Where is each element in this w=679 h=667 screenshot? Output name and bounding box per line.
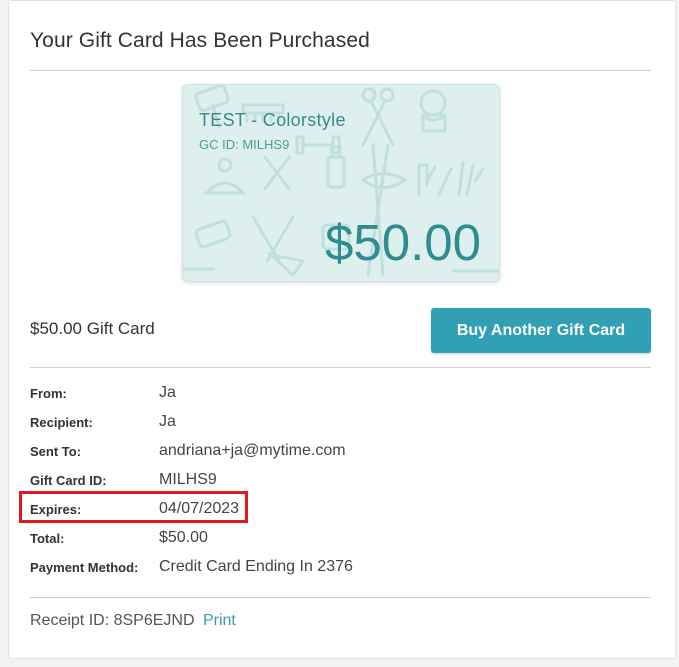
detail-value: Credit Card Ending In 2376 <box>159 558 353 575</box>
gift-card-amount: $50.00 <box>325 214 481 271</box>
detail-label: Payment Method: <box>30 560 139 575</box>
detail-label: Gift Card ID: <box>30 473 107 488</box>
scissors-icon <box>361 87 395 147</box>
detail-row-from: From: Ja <box>30 384 430 404</box>
detail-value: Ja <box>159 413 176 430</box>
dog-icon <box>419 89 447 133</box>
detail-row-recipient: Recipient: Ja <box>30 413 430 433</box>
detail-row-total: Total: $50.00 <box>30 529 430 549</box>
receipt-id: Receipt ID: 8SP6EJND <box>30 612 195 629</box>
buy-another-gift-card-button[interactable]: Buy Another Gift Card <box>431 308 651 353</box>
gift-card-id: GC ID: MILHS9 <box>199 137 290 152</box>
detail-label: Recipient: <box>30 415 93 430</box>
summary-divider <box>30 367 651 368</box>
detail-value: MILHS9 <box>159 471 217 488</box>
receipt-divider <box>30 597 651 598</box>
dumbbell-icon <box>295 135 341 155</box>
detail-label: Total: <box>30 531 65 546</box>
detail-row-gift-card-id: Gift Card ID: MILHS9 <box>30 471 430 491</box>
meditation-icon <box>203 157 247 195</box>
gift-card-image: TEST - Colorstyle GC ID: MILHS9 $50.00 <box>182 84 500 282</box>
detail-value: $50.00 <box>159 529 208 546</box>
detail-row-payment-method: Payment Method: Credit Card Ending In 23… <box>30 558 430 578</box>
detail-value: Ja <box>159 384 176 401</box>
print-link[interactable]: Print <box>203 612 236 629</box>
page-title: Your Gift Card Has Been Purchased <box>30 29 370 52</box>
detail-value: andriana+ja@mytime.com <box>159 442 346 459</box>
tools-icon <box>263 155 291 191</box>
expires-highlight-box <box>19 491 248 523</box>
gift-card-summary: $50.00 Gift Card <box>30 319 155 338</box>
receipt-line: Receipt ID: 8SP6EJND Print <box>30 612 236 630</box>
purchase-confirmation-panel: Your Gift Card Has Been Purchased TEST -… <box>8 0 676 659</box>
broom-icon <box>251 215 306 278</box>
title-divider <box>30 70 651 71</box>
detail-label: Sent To: <box>30 444 82 459</box>
detail-row-sent-to: Sent To: andriana+ja@mytime.com <box>30 442 430 462</box>
gift-card-name: TEST - Colorstyle <box>199 110 346 130</box>
detail-label: From: <box>30 386 67 401</box>
gloves-icon <box>417 161 485 197</box>
hair-dryer-icon <box>194 219 232 249</box>
